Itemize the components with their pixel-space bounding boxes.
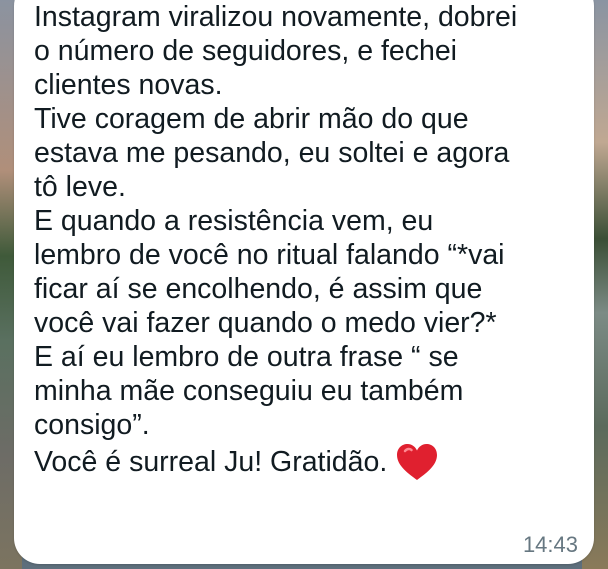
message-line: Tive coragem de abrir mão do que — [34, 103, 469, 135]
message-line: estava me pesando, eu soltei e agora — [34, 137, 510, 169]
message-line: Você é surreal Ju! Gratidão. — [34, 446, 388, 478]
message-line: Instagram viralizou novamente, dobrei — [34, 1, 518, 33]
message-text: Instagram viralizou novamente, dobrei o … — [34, 0, 584, 482]
message-line: E aí eu lembro de outra frase “ se — [34, 341, 459, 373]
message-line: E quando a resistência vem, eu — [34, 205, 434, 237]
message-line: o número de seguidores, e fechei — [34, 35, 458, 67]
message-line: minha mãe conseguiu eu também — [34, 375, 464, 407]
message-timestamp: 14:43 — [522, 532, 578, 557]
message-line: você vai fazer quando o medo vier?* — [34, 307, 497, 339]
message-line: consigo”. — [34, 409, 150, 441]
message-line: clientes novas. — [34, 69, 223, 101]
message-line: tô leve. — [34, 171, 126, 203]
message-last-line: Você é surreal Ju! Gratidão. — [34, 442, 584, 482]
message-line: ficar aí se encolhendo, é assim que — [34, 273, 483, 305]
red-heart-icon — [397, 444, 438, 480]
message-line: lembro de você no ritual falando “*vai — [34, 239, 505, 271]
